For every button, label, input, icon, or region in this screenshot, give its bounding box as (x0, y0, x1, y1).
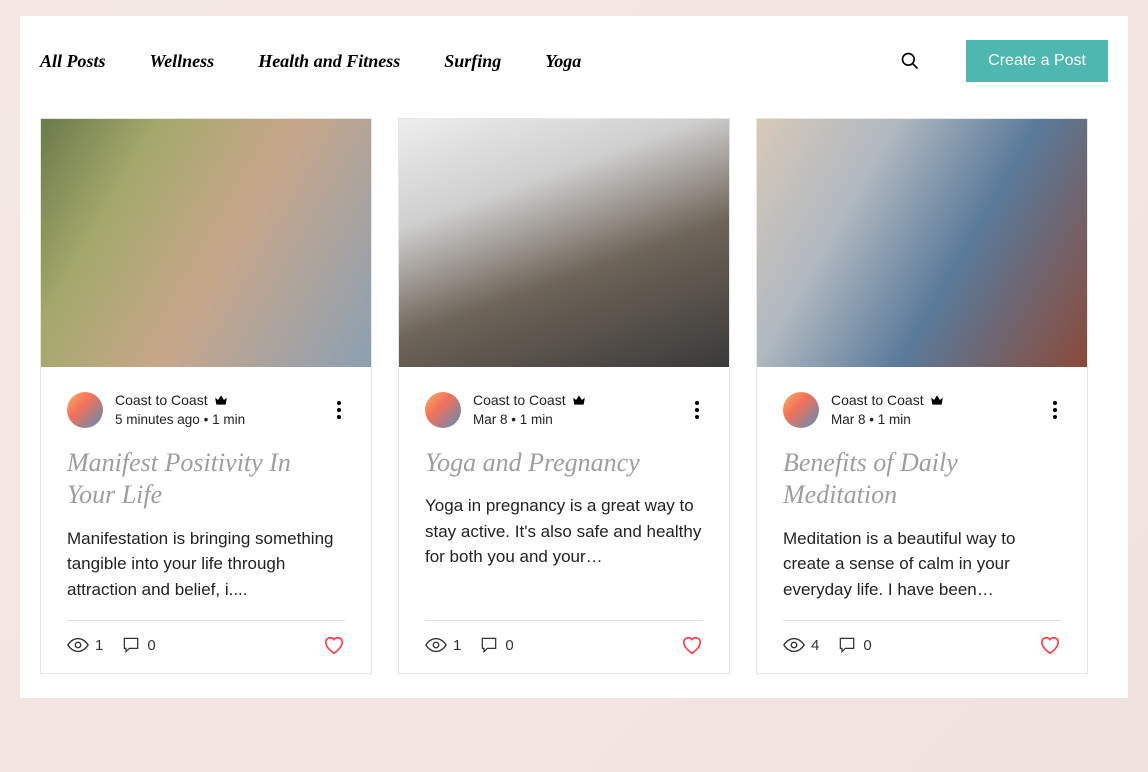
heart-icon (1039, 635, 1061, 655)
eye-icon (783, 637, 805, 653)
views-stat[interactable]: 1 (67, 637, 103, 654)
views-count: 1 (95, 637, 103, 654)
post-title[interactable]: Manifest Positivity In Your Life (67, 447, 345, 512)
comments-count: 0 (147, 637, 155, 654)
author-avatar[interactable] (67, 392, 103, 428)
like-button[interactable] (323, 635, 345, 655)
post-meta: 5 minutes ago • 1 min (115, 411, 333, 429)
author-name[interactable]: Coast to Coast (831, 391, 924, 409)
comments-stat[interactable]: 0 (479, 635, 513, 655)
nav-wellness[interactable]: Wellness (150, 51, 215, 72)
more-options-button[interactable] (691, 397, 703, 423)
more-vertical-icon (1053, 401, 1057, 419)
admin-crown-icon (572, 394, 586, 406)
post-meta: Mar 8 • 1 min (473, 411, 691, 429)
post-grid: Coast to Coast 5 minutes ago • 1 min (20, 104, 1128, 698)
like-button[interactable] (1039, 635, 1061, 655)
views-stat[interactable]: 1 (425, 637, 461, 654)
like-button[interactable] (681, 635, 703, 655)
post-excerpt: Yoga in pregnancy is a great way to stay… (425, 493, 703, 602)
views-count: 4 (811, 637, 819, 654)
post-card[interactable]: Coast to Coast 5 minutes ago • 1 min (40, 118, 372, 674)
comments-stat[interactable]: 0 (837, 635, 871, 655)
post-card[interactable]: Coast to Coast Mar 8 • 1 min (398, 118, 730, 674)
admin-crown-icon (214, 394, 228, 406)
author-name[interactable]: Coast to Coast (473, 391, 566, 409)
comment-icon (121, 635, 141, 655)
author-avatar[interactable] (783, 392, 819, 428)
search-button[interactable] (894, 45, 926, 77)
post-image (757, 119, 1087, 367)
post-title[interactable]: Yoga and Pregnancy (425, 447, 703, 480)
heart-icon (681, 635, 703, 655)
more-options-button[interactable] (1049, 397, 1061, 423)
author-name[interactable]: Coast to Coast (115, 391, 208, 409)
comments-stat[interactable]: 0 (121, 635, 155, 655)
comments-count: 0 (505, 637, 513, 654)
more-vertical-icon (337, 401, 341, 419)
author-avatar[interactable] (425, 392, 461, 428)
nav-surfing[interactable]: Surfing (444, 51, 501, 72)
comment-icon (837, 635, 857, 655)
post-excerpt: Meditation is a beautiful way to create … (783, 526, 1061, 603)
post-meta: Mar 8 • 1 min (831, 411, 1049, 429)
category-nav: All Posts Wellness Health and Fitness Su… (40, 51, 581, 72)
more-vertical-icon (695, 401, 699, 419)
admin-crown-icon (930, 394, 944, 406)
topbar: All Posts Wellness Health and Fitness Su… (20, 16, 1128, 104)
heart-icon (323, 635, 345, 655)
eye-icon (425, 637, 447, 653)
eye-icon (67, 637, 89, 653)
comments-count: 0 (863, 637, 871, 654)
nav-yoga[interactable]: Yoga (545, 51, 581, 72)
post-image (399, 119, 729, 367)
more-options-button[interactable] (333, 397, 345, 423)
post-image (41, 119, 371, 367)
post-card[interactable]: Coast to Coast Mar 8 • 1 min (756, 118, 1088, 674)
create-post-button[interactable]: Create a Post (966, 40, 1108, 82)
post-excerpt: Manifestation is bringing something tang… (67, 526, 345, 603)
views-stat[interactable]: 4 (783, 637, 819, 654)
nav-all-posts[interactable]: All Posts (40, 51, 106, 72)
comment-icon (479, 635, 499, 655)
nav-health-fitness[interactable]: Health and Fitness (258, 51, 400, 72)
views-count: 1 (453, 637, 461, 654)
search-icon (900, 51, 920, 71)
post-title[interactable]: Benefits of Daily Meditation (783, 447, 1061, 512)
